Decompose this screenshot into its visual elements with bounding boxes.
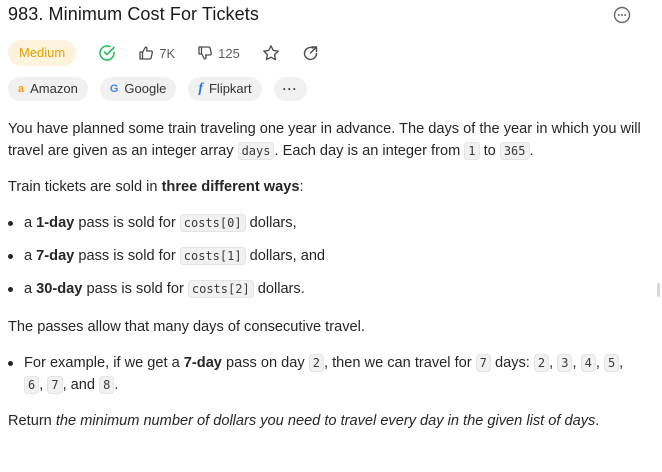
problem-meta-row: Medium 7K 125 bbox=[8, 40, 319, 66]
tag-label: Amazon bbox=[30, 81, 78, 96]
list-item: a 7-day pass is sold for costs[1] dollar… bbox=[8, 245, 325, 267]
like-button[interactable]: 7K bbox=[138, 45, 175, 61]
inline-code: 365 bbox=[499, 142, 530, 160]
inline-code: 1 bbox=[464, 142, 480, 160]
flipkart-logo-icon: f bbox=[198, 81, 203, 96]
tag-label: Google bbox=[124, 81, 167, 96]
more-options-icon[interactable] bbox=[613, 6, 631, 24]
share-button[interactable] bbox=[302, 45, 319, 62]
dislike-button[interactable]: 125 bbox=[197, 45, 240, 61]
star-icon bbox=[263, 45, 279, 61]
tag-flipkart[interactable]: f Flipkart bbox=[188, 77, 262, 101]
solved-check-icon bbox=[98, 44, 116, 62]
more-tags-button[interactable]: ··· bbox=[273, 77, 307, 101]
return-paragraph: Return the minimum number of dollars you… bbox=[8, 413, 600, 429]
list-item: For example, if we get a 7-day pass on d… bbox=[8, 352, 628, 396]
consecutive-paragraph: The passes allow that many days of conse… bbox=[8, 319, 365, 335]
scrollbar-handle[interactable] bbox=[657, 283, 660, 297]
list-item: a 1-day pass is sold for costs[0] dollar… bbox=[8, 212, 325, 234]
difficulty-badge[interactable]: Medium bbox=[8, 40, 77, 66]
intro-paragraph: You have planned some train traveling on… bbox=[8, 121, 641, 160]
amazon-logo-icon: a bbox=[18, 83, 25, 95]
google-logo-icon: G bbox=[109, 83, 119, 95]
list-item: a 30-day pass is sold for costs[2] dolla… bbox=[8, 278, 325, 300]
dislike-count: 125 bbox=[218, 45, 240, 61]
tag-amazon[interactable]: a Amazon bbox=[8, 77, 88, 101]
company-tags: a Amazon G Google f Flipkart ··· bbox=[8, 77, 319, 101]
share-icon bbox=[303, 45, 318, 60]
passes-list: a 1-day pass is sold for costs[0] dollar… bbox=[8, 212, 325, 311]
problem-title: 983. Minimum Cost For Tickets bbox=[8, 4, 259, 24]
inline-code: days bbox=[237, 142, 275, 160]
thumbs-up-icon bbox=[139, 46, 154, 60]
tag-google[interactable]: G Google bbox=[99, 77, 177, 101]
tag-label: Flipkart bbox=[208, 81, 252, 96]
like-count: 7K bbox=[159, 45, 176, 61]
favorite-button[interactable] bbox=[262, 44, 280, 62]
example-list: For example, if we get a 7-day pass on d… bbox=[8, 352, 628, 396]
tickets-paragraph: Train tickets are sold in three differen… bbox=[8, 179, 304, 195]
thumbs-down-icon bbox=[198, 46, 213, 60]
